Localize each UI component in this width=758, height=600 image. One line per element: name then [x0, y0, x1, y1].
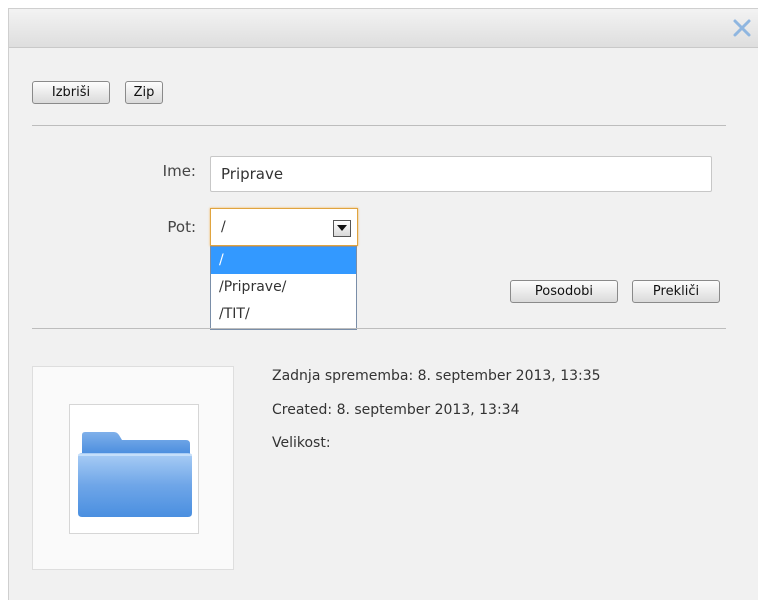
created-date: Created: 8. september 2013, 13:34: [272, 402, 520, 418]
path-select-value: /: [221, 219, 226, 235]
path-select[interactable]: /: [210, 208, 358, 246]
file-size: Velikost:: [272, 435, 331, 451]
file-preview: [32, 366, 234, 570]
name-input[interactable]: [210, 156, 712, 192]
preview-thumbnail: [69, 404, 199, 534]
path-option-tit[interactable]: /TIT/: [211, 301, 356, 328]
dropdown-button[interactable]: [333, 220, 351, 237]
zip-button[interactable]: Zip: [125, 81, 163, 104]
path-option-root[interactable]: /: [211, 247, 356, 274]
delete-button[interactable]: Izbriši: [32, 81, 110, 104]
cancel-button[interactable]: Prekliči: [632, 280, 720, 303]
dialog-titlebar: [9, 9, 758, 48]
path-dropdown-list: / /Priprave/ /TIT/: [210, 246, 357, 330]
path-label: Pot:: [167, 218, 196, 236]
divider: [32, 328, 726, 329]
chevron-down-icon: [337, 225, 347, 231]
name-label: Ime:: [162, 162, 196, 180]
close-button[interactable]: [730, 16, 754, 40]
close-icon: [733, 19, 751, 37]
modified-date: Zadnja sprememba: 8. september 2013, 13:…: [272, 368, 601, 384]
path-option-priprave[interactable]: /Priprave/: [211, 274, 356, 301]
update-button[interactable]: Posodobi: [510, 280, 618, 303]
folder-icon: [78, 432, 192, 517]
divider: [32, 125, 726, 126]
